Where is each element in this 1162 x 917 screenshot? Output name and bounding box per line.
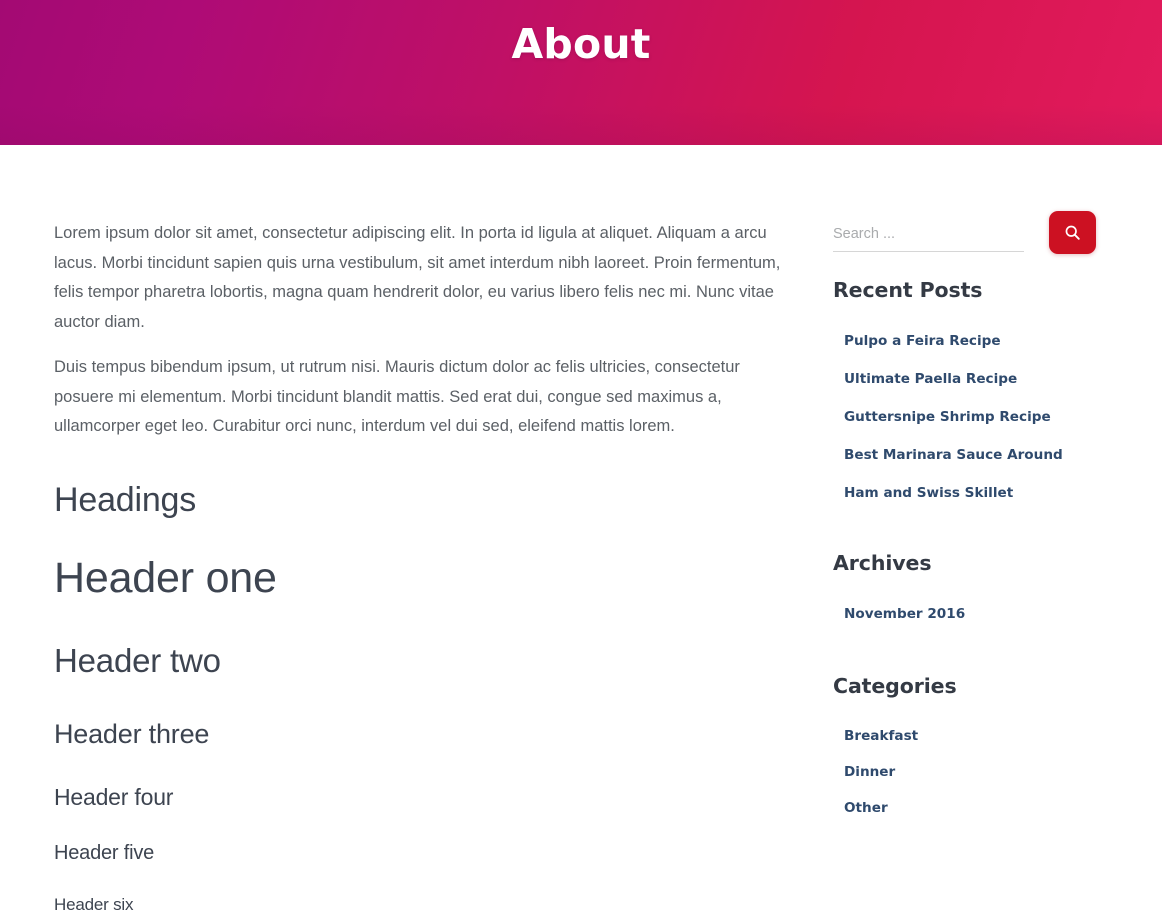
header-three: Header three: [54, 718, 210, 749]
list-item: November 2016: [833, 585, 1113, 623]
category-link-2[interactable]: Dinner: [833, 763, 1113, 781]
list-item: Pulpo a Feira Recipe: [833, 312, 1113, 350]
search-widget: [833, 145, 1113, 265]
page-banner: About: [0, 0, 1162, 145]
category-link-1[interactable]: Breakfast: [833, 727, 1113, 745]
recent-posts-list: Pulpo a Feira Recipe Ultimate Paella Rec…: [833, 303, 1113, 502]
list-item: Dinner: [833, 745, 1113, 781]
list-item: Guttersnipe Shrimp Recipe: [833, 388, 1113, 426]
list-item: Ham and Swiss Skillet: [833, 464, 1113, 502]
header-six: Header six: [54, 894, 134, 914]
recent-post-link-3[interactable]: Guttersnipe Shrimp Recipe: [833, 408, 1113, 426]
search-input[interactable]: [833, 221, 1024, 252]
recent-post-link-1[interactable]: Pulpo a Feira Recipe: [833, 332, 1113, 350]
headings-showcase: Headings Header one Header two Header th…: [54, 442, 800, 917]
list-item: Other: [833, 781, 1113, 817]
widget-categories: Categories Breakfast Dinner Other: [833, 623, 1113, 817]
categories-list: Breakfast Dinner Other: [833, 699, 1113, 817]
recent-posts-title: Recent Posts: [833, 278, 983, 302]
search-icon: [1064, 224, 1081, 241]
header-two: Header two: [54, 641, 221, 679]
header-one: Header one: [54, 553, 277, 602]
recent-post-link-5[interactable]: Ham and Swiss Skillet: [833, 484, 1113, 502]
recent-post-link-4[interactable]: Best Marinara Sauce Around: [833, 446, 1113, 464]
category-link-3[interactable]: Other: [833, 799, 1113, 817]
list-item: Breakfast: [833, 709, 1113, 745]
intro-paragraph-2: Duis tempus bibendum ipsum, ut rutrum ni…: [54, 358, 740, 435]
sidebar: Recent Posts Pulpo a Feira Recipe Ultima…: [833, 145, 1113, 817]
recent-post-link-2[interactable]: Ultimate Paella Recipe: [833, 370, 1113, 388]
page-title: About: [511, 20, 651, 68]
page-body: Lorem ipsum dolor sit amet, consectetur …: [0, 145, 1162, 914]
archive-link-1[interactable]: November 2016: [833, 605, 1113, 623]
list-item: Ultimate Paella Recipe: [833, 350, 1113, 388]
widget-recent-posts: Recent Posts Pulpo a Feira Recipe Ultima…: [833, 265, 1113, 502]
intro-paragraph-1: Lorem ipsum dolor sit amet, consectetur …: [54, 224, 781, 331]
search-submit-button[interactable]: [1049, 211, 1096, 254]
main-content: Lorem ipsum dolor sit amet, consectetur …: [54, 145, 800, 917]
archives-list: November 2016: [833, 576, 1113, 623]
header-five: Header five: [54, 841, 155, 864]
headings-section-title: Headings: [54, 480, 197, 519]
categories-title: Categories: [833, 674, 957, 698]
archives-title: Archives: [833, 551, 932, 575]
widget-archives: Archives November 2016: [833, 502, 1113, 623]
list-item: Best Marinara Sauce Around: [833, 426, 1113, 464]
header-four: Header four: [54, 783, 174, 810]
